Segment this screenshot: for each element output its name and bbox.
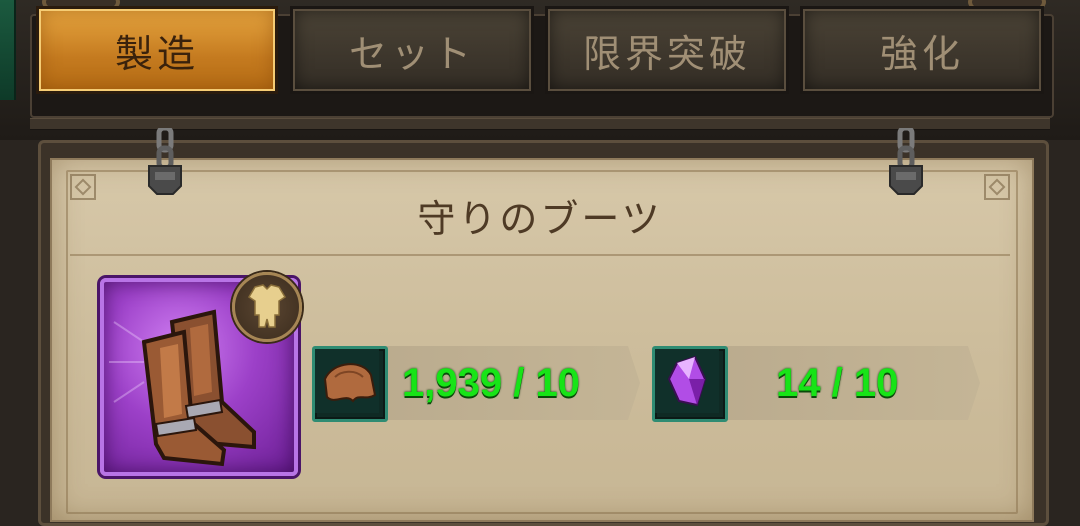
tab-set[interactable]: セット xyxy=(290,6,534,94)
title-divider xyxy=(70,254,1010,256)
armor-icon xyxy=(247,284,287,328)
material-count: 14 / 10 xyxy=(776,360,899,405)
material-count: 1,939 / 10 xyxy=(402,360,580,405)
item-name: 守りのブーツ xyxy=(417,197,663,241)
tab-enhance[interactable]: 強化 xyxy=(800,6,1044,94)
type-badge xyxy=(232,272,302,342)
side-accent xyxy=(0,0,16,100)
leather-icon[interactable] xyxy=(312,346,388,422)
purple-crystal-icon[interactable] xyxy=(652,346,728,422)
tab-limit-break[interactable]: 限界突破 xyxy=(545,6,789,94)
tab-crafting[interactable]: 製造 xyxy=(36,6,278,94)
